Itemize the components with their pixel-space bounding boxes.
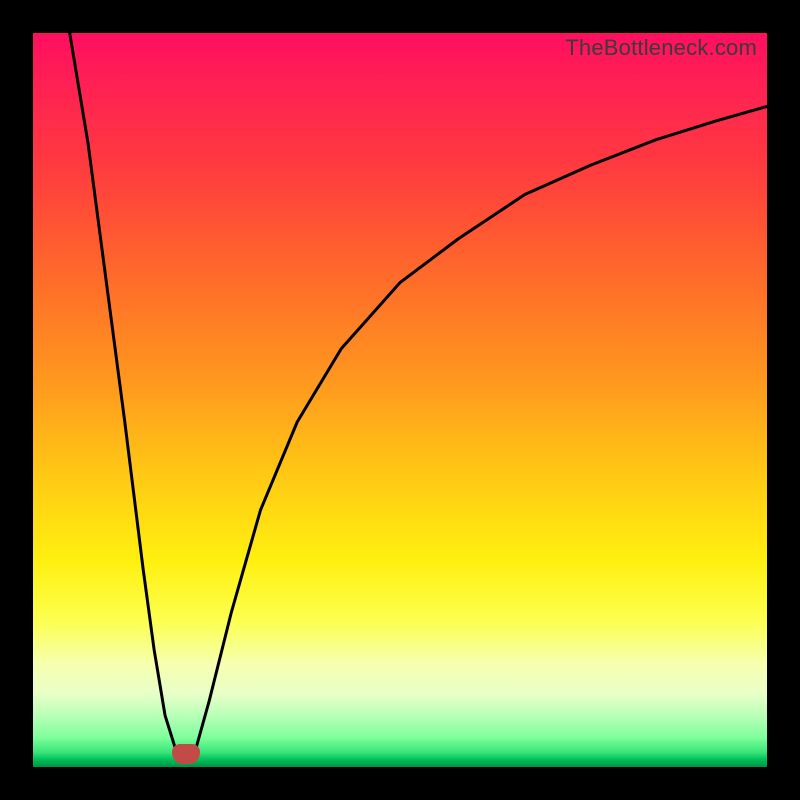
outer-frame: TheBottleneck.com [0,0,800,800]
curve-right-branch [196,106,767,748]
valley-marker [172,744,200,764]
plot-area: TheBottleneck.com [33,33,767,767]
bottleneck-curve [33,33,767,767]
curve-left-branch [70,33,176,749]
